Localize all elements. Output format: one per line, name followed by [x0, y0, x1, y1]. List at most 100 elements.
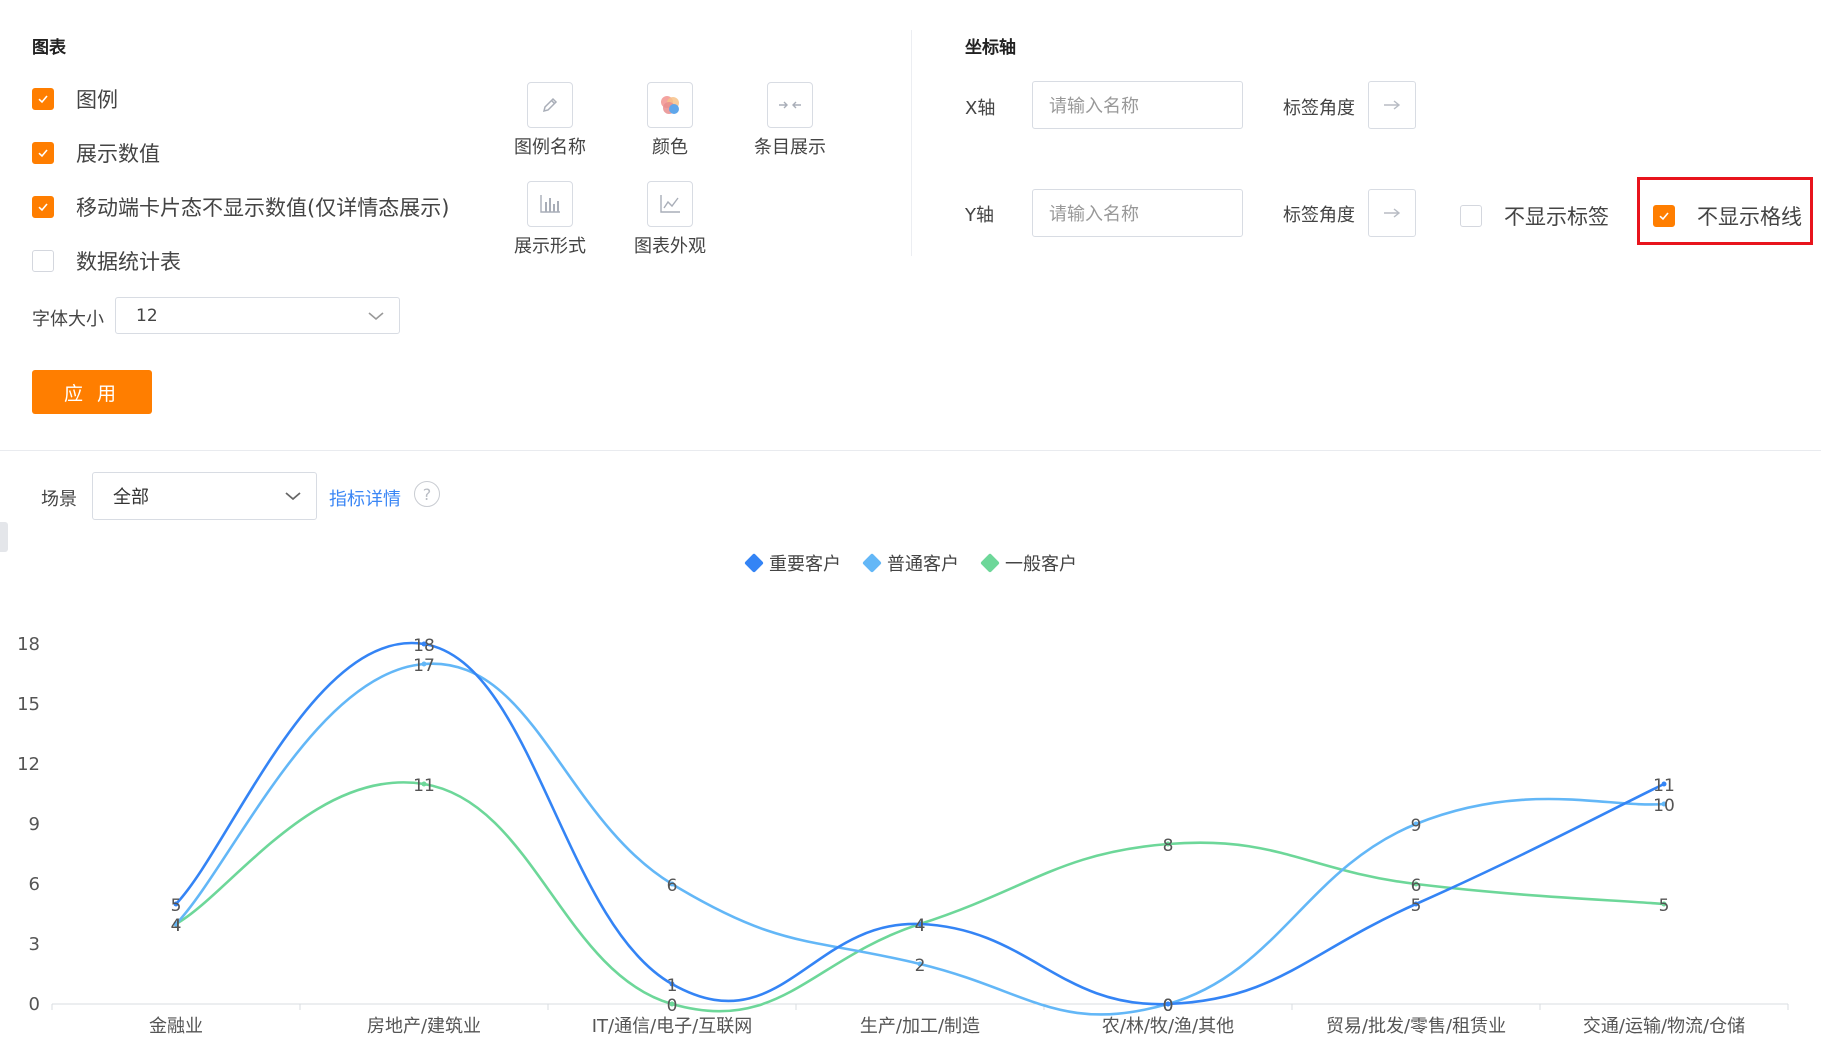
checkbox-checked-icon[interactable]	[1653, 205, 1675, 227]
x-tick-label: IT/通信/电子/互联网	[592, 1016, 753, 1037]
font-size-select[interactable]: 12	[115, 297, 400, 334]
legend-marker-icon	[744, 553, 764, 573]
x-tick-label: 交通/运输/物流/仓储	[1583, 1016, 1745, 1037]
apply-button[interactable]: 应 用	[32, 370, 152, 414]
x-axis-name-input[interactable]: 请输入名称	[1032, 81, 1243, 129]
chevron-down-icon	[285, 492, 301, 501]
legend-label: 一般客户	[1005, 554, 1077, 575]
y-tick-label: 9	[29, 814, 40, 835]
data-label: 0	[667, 996, 678, 1016]
checkbox-unchecked-icon[interactable]	[1460, 205, 1482, 227]
y-tick-label: 6	[29, 874, 40, 895]
tool-display-form[interactable]: 展示形式	[500, 181, 600, 258]
data-label: 10	[1653, 796, 1675, 816]
tool-legend-name[interactable]: 图例名称	[500, 82, 600, 159]
x-tick-label: 金融业	[149, 1016, 203, 1037]
x-tick-label: 生产/加工/制造	[860, 1016, 980, 1037]
data-label: 11	[1653, 776, 1675, 796]
y-tag-angle-label: 标签角度	[1283, 205, 1355, 226]
option-show-values[interactable]: 展示数值	[32, 138, 160, 168]
checkbox-unchecked-icon[interactable]	[32, 250, 54, 272]
bar-chart-icon	[540, 195, 560, 213]
option-label: 数据统计表	[76, 250, 181, 274]
x-tag-angle-button[interactable]	[1368, 81, 1416, 129]
color-palette-icon	[661, 96, 679, 114]
y-tick-label: 15	[17, 694, 40, 715]
line-chart: 0369121518金融业 房地产/建筑业 IT/通信/电子/互联网 生产/加工/制造…	[17, 634, 1789, 1037]
y-tag-angle-button[interactable]	[1368, 189, 1416, 237]
legend-item[interactable]: 一般客户	[980, 550, 1077, 576]
data-label: 5	[171, 896, 182, 916]
chevron-down-icon	[368, 311, 384, 320]
y-tick-label: 18	[17, 634, 40, 655]
arrow-right-icon	[1384, 100, 1401, 110]
tool-label: 颜色	[652, 137, 688, 158]
tool-label: 条目展示	[754, 137, 826, 158]
data-label: 5	[1659, 896, 1670, 916]
option-label: 图例	[76, 88, 118, 112]
legend-item[interactable]: 重要客户	[744, 550, 841, 576]
checkbox-checked-icon[interactable]	[32, 196, 54, 218]
tool-item-display[interactable]: 条目展示	[740, 82, 840, 159]
data-label: 5	[1411, 896, 1422, 916]
data-label: 8	[1163, 836, 1174, 856]
y-axis-label: Y轴	[965, 205, 994, 226]
scene-value: 全部	[113, 487, 149, 508]
x-tag-angle-label: 标签角度	[1283, 98, 1355, 119]
arrow-right-icon	[1384, 208, 1401, 218]
data-label: 4	[171, 916, 182, 936]
checkbox-checked-icon[interactable]	[32, 88, 54, 110]
pencil-icon	[542, 97, 558, 113]
x-tick-label: 房地产/建筑业	[367, 1016, 481, 1037]
data-label: 11	[413, 776, 435, 796]
checkbox-checked-icon[interactable]	[32, 142, 54, 164]
option-label: 不显示格线	[1697, 205, 1802, 229]
tool-chart-appearance[interactable]: 图表外观	[620, 181, 720, 258]
option-legend[interactable]: 图例	[32, 84, 118, 114]
line-chart-icon	[660, 195, 680, 213]
series-line	[175, 641, 1665, 1006]
collapse-arrows-icon	[779, 101, 801, 109]
chart-legend: 重要客户 普通客户 一般客户	[744, 550, 1077, 576]
chart-section-title: 图表	[32, 38, 66, 58]
data-label: 9	[1411, 816, 1422, 836]
tool-color[interactable]: 颜色	[620, 82, 720, 159]
legend-label: 重要客户	[769, 554, 841, 575]
x-tick-label: 农/林/牧/渔/其他	[1102, 1016, 1234, 1037]
option-hide-gridlines[interactable]: 不显示格线	[1653, 201, 1802, 231]
option-stats-table[interactable]: 数据统计表	[32, 246, 181, 276]
axis-section-title: 坐标轴	[965, 38, 1016, 58]
tool-label: 展示形式	[514, 236, 586, 257]
y-tick-label: 0	[29, 994, 40, 1015]
data-label: 6	[1411, 876, 1422, 896]
panel-divider	[911, 30, 912, 256]
scene-select[interactable]: 全部	[92, 472, 317, 520]
data-label: 4	[915, 916, 926, 936]
option-label: 展示数值	[76, 142, 160, 166]
data-label: 17	[413, 656, 435, 676]
legend-marker-icon	[862, 553, 882, 573]
option-label: 不显示标签	[1504, 205, 1609, 229]
legend-item[interactable]: 普通客户	[862, 550, 959, 576]
y-tick-label: 12	[17, 754, 40, 775]
font-size-label: 字体大小	[32, 309, 104, 330]
metric-details-link[interactable]: 指标详情	[329, 485, 401, 511]
data-label: 6	[667, 876, 678, 896]
data-label: 1	[667, 976, 678, 996]
legend-marker-icon	[980, 553, 1000, 573]
legend-label: 普通客户	[887, 554, 959, 575]
x-axis-label: X轴	[965, 98, 996, 119]
tool-label: 图表外观	[634, 236, 706, 257]
scene-label: 场景	[41, 489, 77, 510]
y-axis-name-input[interactable]: 请输入名称	[1032, 189, 1243, 237]
series-line	[175, 781, 1665, 1013]
font-size-value: 12	[136, 305, 158, 326]
data-label: 2	[915, 956, 926, 976]
tool-label: 图例名称	[514, 137, 586, 158]
help-icon[interactable]: ?	[414, 481, 440, 507]
option-mobile-hide-values[interactable]: 移动端卡片态不显示数值(仅详情态展示)	[32, 192, 449, 222]
option-label: 移动端卡片态不显示数值(仅详情态展示)	[76, 196, 450, 220]
x-tick-label: 贸易/批发/零售/租赁业	[1326, 1016, 1506, 1037]
option-hide-labels[interactable]: 不显示标签	[1460, 201, 1609, 231]
side-drag-handle[interactable]	[0, 522, 8, 552]
